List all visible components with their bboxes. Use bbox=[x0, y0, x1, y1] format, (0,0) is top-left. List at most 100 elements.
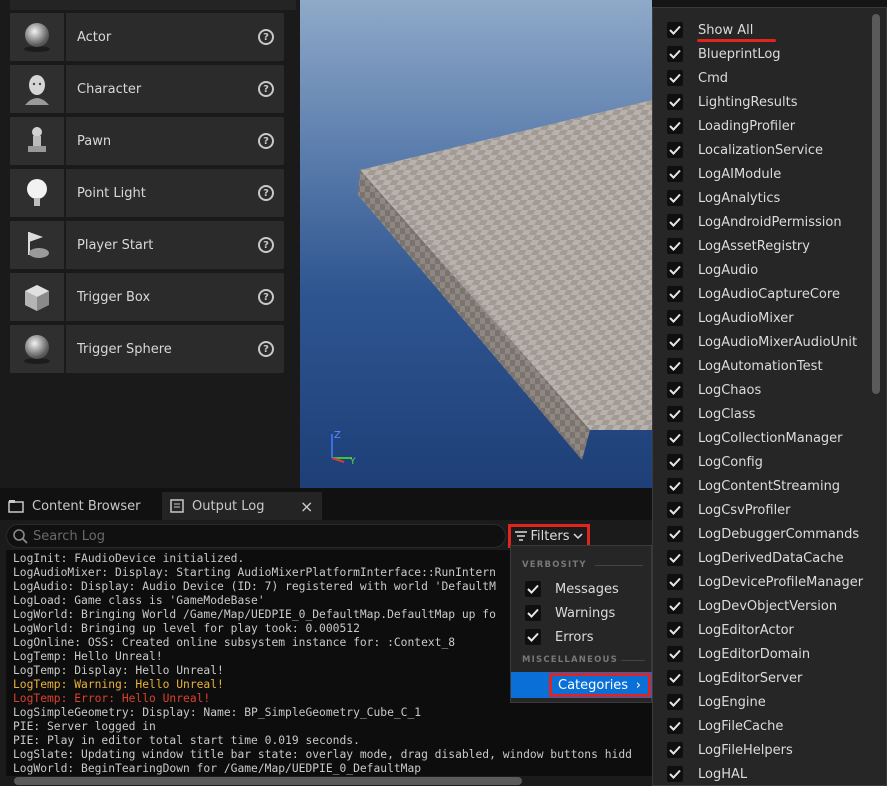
checkbox[interactable] bbox=[667, 478, 683, 494]
category-item[interactable]: BlueprintLog bbox=[667, 44, 781, 64]
category-item[interactable]: LightingResults bbox=[667, 92, 798, 112]
checkbox[interactable] bbox=[667, 70, 683, 86]
checkbox[interactable] bbox=[667, 118, 683, 134]
tab-content-browser[interactable]: Content Browser bbox=[0, 492, 160, 520]
category-item[interactable]: LogEngine bbox=[667, 692, 766, 712]
checkbox[interactable] bbox=[667, 670, 683, 686]
checkbox[interactable] bbox=[667, 430, 683, 446]
category-item[interactable]: LogHAL bbox=[667, 764, 747, 784]
checkbox[interactable] bbox=[667, 406, 683, 422]
categories-menu-item[interactable]: Categories › bbox=[511, 672, 653, 698]
category-item[interactable]: LogDerivedDataCache bbox=[667, 548, 844, 568]
help-icon[interactable]: ? bbox=[258, 29, 274, 45]
category-item[interactable]: LogAnalytics bbox=[667, 188, 780, 208]
checkmark-icon bbox=[669, 721, 681, 731]
checkbox[interactable] bbox=[667, 598, 683, 614]
checkbox[interactable] bbox=[667, 166, 683, 182]
verbosity-messages-checkbox[interactable]: Messages bbox=[525, 579, 619, 599]
categories-scrollbar[interactable] bbox=[872, 14, 880, 394]
checkbox[interactable] bbox=[525, 629, 541, 645]
category-item[interactable]: LogContentStreaming bbox=[667, 476, 840, 496]
search-log-input[interactable] bbox=[33, 528, 493, 544]
checkbox[interactable] bbox=[667, 742, 683, 758]
actor-item[interactable]: Trigger Box? bbox=[10, 273, 284, 321]
category-item[interactable]: LogAIModule bbox=[667, 164, 781, 184]
category-item[interactable]: LogDevObjectVersion bbox=[667, 596, 837, 616]
category-item[interactable]: LogAudioMixer bbox=[667, 308, 794, 328]
checkbox[interactable] bbox=[667, 766, 683, 782]
category-item[interactable]: LogCollectionManager bbox=[667, 428, 843, 448]
checkbox[interactable] bbox=[667, 646, 683, 662]
verbosity-errors-checkbox[interactable]: Errors bbox=[525, 627, 593, 647]
log-search-box[interactable] bbox=[6, 524, 506, 548]
checkbox[interactable] bbox=[667, 310, 683, 326]
checkbox[interactable] bbox=[667, 550, 683, 566]
help-icon[interactable]: ? bbox=[258, 185, 274, 201]
checkbox[interactable] bbox=[667, 358, 683, 374]
checkbox[interactable] bbox=[667, 238, 683, 254]
category-item[interactable]: LogEditorDomain bbox=[667, 644, 810, 664]
checkbox[interactable] bbox=[667, 46, 683, 62]
category-item[interactable]: LogAudioMixerAudioUnit bbox=[667, 332, 857, 352]
log-line: PIE: Play in editor total start time 0.0… bbox=[13, 734, 360, 747]
checkbox[interactable] bbox=[667, 622, 683, 638]
help-icon[interactable]: ? bbox=[258, 341, 274, 357]
checkbox[interactable] bbox=[525, 581, 541, 597]
actor-item[interactable]: Character? bbox=[10, 65, 284, 113]
actor-item[interactable]: Trigger Sphere? bbox=[10, 325, 284, 373]
category-item[interactable]: LogFileCache bbox=[667, 716, 783, 736]
level-viewport[interactable]: Z Y bbox=[300, 0, 652, 488]
category-item[interactable]: LogAudioCaptureCore bbox=[667, 284, 840, 304]
checkbox[interactable] bbox=[667, 214, 683, 230]
close-tab-icon[interactable]: × bbox=[300, 497, 313, 516]
checkbox[interactable] bbox=[667, 502, 683, 518]
checkbox[interactable] bbox=[667, 334, 683, 350]
help-icon[interactable]: ? bbox=[258, 81, 274, 97]
tab-output-log[interactable]: Output Log × bbox=[162, 492, 322, 520]
category-label: LogChaos bbox=[698, 382, 762, 398]
actor-item[interactable]: Player Start? bbox=[10, 221, 284, 269]
character-icon bbox=[10, 65, 66, 113]
category-item[interactable]: LogAssetRegistry bbox=[667, 236, 810, 256]
checkbox[interactable] bbox=[667, 286, 683, 302]
category-item[interactable]: LogClass bbox=[667, 404, 755, 424]
category-item[interactable]: LocalizationService bbox=[667, 140, 823, 160]
category-item[interactable]: LogFileHelpers bbox=[667, 740, 793, 760]
category-item[interactable]: LogAutomationTest bbox=[667, 356, 823, 376]
checkbox[interactable] bbox=[667, 694, 683, 710]
help-icon[interactable]: ? bbox=[258, 237, 274, 253]
category-item[interactable]: LogCsvProfiler bbox=[667, 500, 791, 520]
category-item[interactable]: Show All bbox=[667, 20, 753, 40]
category-item[interactable]: LogAndroidPermission bbox=[667, 212, 842, 232]
verbosity-warnings-checkbox[interactable]: Warnings bbox=[525, 603, 615, 623]
checkbox[interactable] bbox=[667, 142, 683, 158]
category-item[interactable]: Cmd bbox=[667, 68, 728, 88]
checkmark-icon bbox=[669, 601, 681, 611]
actor-item[interactable]: Pawn? bbox=[10, 117, 284, 165]
category-label: LogEditorDomain bbox=[698, 646, 811, 662]
log-horizontal-scrollbar[interactable] bbox=[14, 777, 522, 785]
category-item[interactable]: LoadingProfiler bbox=[667, 116, 795, 136]
category-item[interactable]: LogDeviceProfileManager bbox=[667, 572, 863, 592]
category-item[interactable]: LogEditorServer bbox=[667, 668, 802, 688]
checkbox[interactable] bbox=[667, 382, 683, 398]
checkbox[interactable] bbox=[667, 574, 683, 590]
category-item[interactable]: LogAudio bbox=[667, 260, 758, 280]
help-icon[interactable]: ? bbox=[258, 289, 274, 305]
checkbox[interactable] bbox=[667, 718, 683, 734]
actor-item[interactable]: Actor? bbox=[10, 13, 284, 61]
category-label: LogAudioCaptureCore bbox=[698, 286, 840, 302]
help-icon[interactable]: ? bbox=[258, 133, 274, 149]
checkbox[interactable] bbox=[667, 526, 683, 542]
actor-item[interactable]: Point Light? bbox=[10, 169, 284, 217]
checkbox[interactable] bbox=[667, 262, 683, 278]
checkbox[interactable] bbox=[525, 605, 541, 621]
checkbox[interactable] bbox=[667, 22, 683, 38]
category-item[interactable]: LogConfig bbox=[667, 452, 763, 472]
checkbox[interactable] bbox=[667, 190, 683, 206]
category-item[interactable]: LogChaos bbox=[667, 380, 761, 400]
category-item[interactable]: LogEditorActor bbox=[667, 620, 794, 640]
category-item[interactable]: LogDebuggerCommands bbox=[667, 524, 859, 544]
checkbox[interactable] bbox=[667, 454, 683, 470]
checkbox[interactable] bbox=[667, 94, 683, 110]
